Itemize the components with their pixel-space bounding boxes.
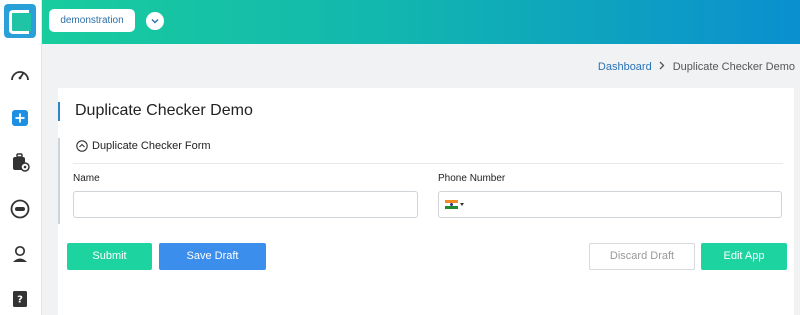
sidebar: ? xyxy=(0,0,42,315)
section-title: Duplicate Checker Form xyxy=(92,140,211,152)
top-header: demonstration xyxy=(42,0,800,44)
caret-down-icon[interactable] xyxy=(460,203,464,206)
page-title: Duplicate Checker Demo xyxy=(75,102,253,119)
name-input[interactable] xyxy=(73,191,418,218)
chevron-up-circle-icon[interactable] xyxy=(76,140,92,152)
speedometer-icon[interactable] xyxy=(9,64,31,86)
section-divider xyxy=(73,163,783,164)
chevron-right-icon xyxy=(659,61,665,73)
section-accent-bar xyxy=(58,138,60,224)
plus-square-icon[interactable] xyxy=(9,107,31,129)
breadcrumb-dashboard-link[interactable]: Dashboard xyxy=(598,61,652,73)
edit-app-button[interactable]: Edit App xyxy=(701,243,787,270)
india-flag-icon[interactable] xyxy=(445,200,458,209)
help-book-icon[interactable]: ? xyxy=(9,288,31,310)
discard-draft-button[interactable]: Discard Draft xyxy=(589,243,695,270)
briefcase-gear-icon[interactable] xyxy=(9,151,31,173)
save-draft-button[interactable]: Save Draft xyxy=(159,243,266,270)
user-support-icon[interactable] xyxy=(9,243,31,265)
breadcrumb-current: Duplicate Checker Demo xyxy=(672,61,795,73)
title-accent-bar xyxy=(58,102,60,121)
breadcrumb: Dashboard Duplicate Checker Demo xyxy=(598,61,795,73)
app-logo[interactable] xyxy=(4,4,36,38)
phone-input[interactable] xyxy=(438,191,782,218)
name-label: Name xyxy=(73,173,100,184)
chat-dots-icon[interactable] xyxy=(9,198,31,220)
phone-label: Phone Number xyxy=(438,173,506,184)
app-selector[interactable]: demonstration xyxy=(49,9,135,32)
submit-button[interactable]: Submit xyxy=(67,243,152,270)
chevron-down-icon[interactable] xyxy=(146,12,164,30)
section-header[interactable]: Duplicate Checker Form xyxy=(76,140,211,152)
form-card: Duplicate Checker Demo Duplicate Checker… xyxy=(58,88,794,315)
svg-text:?: ? xyxy=(17,295,23,306)
